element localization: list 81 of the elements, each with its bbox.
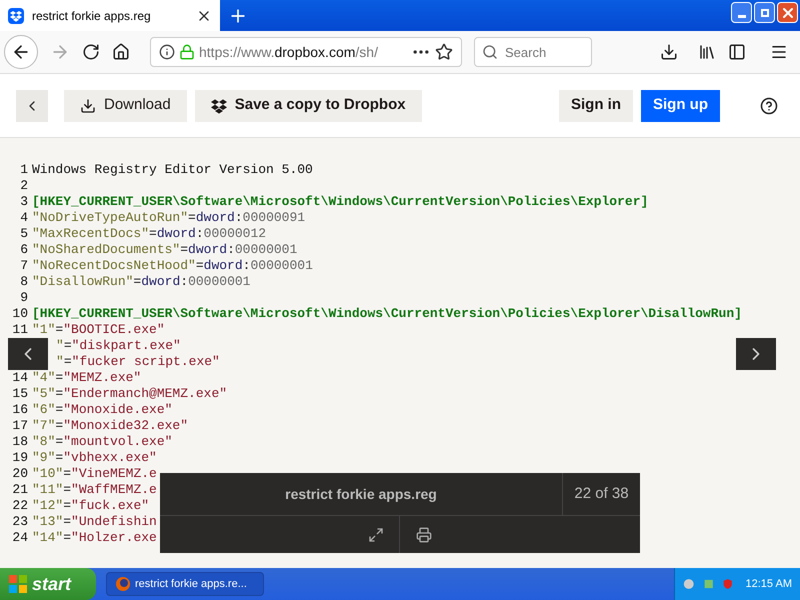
code-line: "5"="Endermanch@MEMZ.exe" — [32, 386, 228, 402]
browser-tab[interactable]: restrict forkie apps.reg — [0, 0, 220, 31]
code-line: [HKEY_CURRENT_USER\Software\Microsoft\Windows\CurrentVersion\Policies\Explorer\DisallowRun] — [32, 306, 742, 322]
dropbox-logo-icon — [8, 8, 24, 24]
home-icon[interactable] — [112, 43, 130, 61]
url-text: https://www.dropbox.com/sh/ — [199, 42, 379, 62]
code-line: "NoDriveTypeAutoRun"=dword:00000091 — [32, 210, 306, 226]
line-number: 15 — [12, 386, 28, 402]
lock-icon — [179, 44, 195, 60]
code-line: "8"="mountvol.exe" — [32, 434, 172, 450]
page-counter: 22 of 38 — [562, 473, 640, 515]
library-icon[interactable] — [698, 43, 716, 61]
code-line: "1"="BOOTICE.exe" — [32, 322, 165, 338]
file-title: restrict forkie apps.reg — [284, 486, 438, 502]
line-number: 23 — [12, 514, 28, 530]
fullscreen-icon[interactable] — [368, 526, 384, 542]
code-line: "7"="Monoxide32.exe" — [32, 418, 188, 434]
close-button[interactable] — [777, 2, 798, 23]
code-line: "11"="WaffMEMZ.e — [32, 482, 157, 498]
download-icon — [80, 98, 96, 114]
download-button[interactable]: Download — [64, 90, 187, 122]
line-number: 16 — [12, 402, 28, 418]
clock: 12:15 AM — [746, 576, 792, 592]
line-number: 24 — [12, 530, 28, 546]
line-number: 17 — [12, 418, 28, 434]
code-line: "9"="vbhexx.exe" — [32, 450, 157, 466]
code-line: "14"="Holzer.exe — [32, 530, 157, 546]
info-icon[interactable] — [159, 44, 175, 60]
code-line: "6"="Monoxide.exe" — [32, 402, 172, 418]
back-button[interactable] — [4, 35, 38, 69]
line-number: 19 — [12, 450, 28, 466]
code-line: "13"="Undefishin — [32, 514, 157, 530]
line-number: 9 — [19, 290, 28, 306]
previous-button[interactable] — [8, 338, 48, 370]
code-line: "NoRecentDocsNetHood"=dword:00000001 — [32, 258, 313, 274]
menu-icon[interactable] — [770, 43, 788, 61]
line-number: 7 — [19, 258, 28, 274]
line-number: 3 — [19, 194, 28, 210]
line-number: 5 — [19, 226, 28, 242]
line-number: 2 — [19, 178, 28, 194]
save-to-dropbox-button[interactable]: Save a copy to Dropbox — [194, 90, 422, 122]
code-line: "NoSharedDocuments"=dword:00000001 — [32, 242, 298, 258]
restore-button[interactable] — [754, 2, 775, 23]
address-bar[interactable]: https://www.dropbox.com/sh/ — [150, 37, 462, 67]
sidebar-icon[interactable] — [728, 43, 746, 61]
line-number: 1 — [19, 162, 28, 178]
bookmark-star-icon[interactable] — [435, 43, 453, 61]
code-line: "10"="VineMEMZ.e — [32, 466, 157, 482]
sign-in-button[interactable]: Sign in — [559, 90, 633, 122]
help-icon[interactable] — [760, 96, 778, 114]
search-field[interactable]: Search — [474, 37, 592, 67]
code-line: "="fucker script.exe" — [55, 354, 220, 370]
line-number: 4 — [19, 210, 28, 226]
reload-icon[interactable] — [82, 43, 100, 61]
minimize-button[interactable] — [731, 2, 752, 23]
code-line: "="diskpart.exe" — [55, 338, 181, 354]
code-line: "4"="MEMZ.exe" — [32, 370, 142, 386]
line-number: 8 — [19, 274, 28, 290]
line-number: 18 — [12, 434, 28, 450]
code-line: "DisallowRun"=dword:00000001 — [32, 274, 250, 290]
dropbox-logo-icon — [210, 98, 227, 114]
line-number: 22 — [12, 498, 28, 514]
line-number: 10 — [12, 306, 28, 322]
download-icon[interactable] — [660, 43, 678, 61]
code-line: Windows Registry Editor Version 5.00 — [32, 162, 313, 178]
search-icon — [482, 44, 498, 60]
line-number: 11 — [12, 322, 28, 338]
line-number: 14 — [12, 370, 28, 386]
line-number: 6 — [19, 242, 28, 258]
next-button[interactable] — [736, 338, 776, 370]
line-number: 20 — [12, 466, 28, 482]
sign-up-button[interactable]: Sign up — [641, 90, 720, 122]
code-line: "MaxRecentDocs"=dword:00000012 — [32, 226, 266, 242]
tab-title: restrict forkie apps.reg — [32, 8, 152, 24]
start-button[interactable]: start — [0, 568, 96, 600]
code-line: [HKEY_CURRENT_USER\Software\Microsoft\Windows\CurrentVersion\Policies\Explorer] — [32, 194, 648, 210]
taskbar-item[interactable]: restrict forkie apps.re... — [106, 572, 264, 596]
windows-logo-icon — [8, 574, 28, 594]
print-icon[interactable] — [416, 526, 432, 542]
line-number: 21 — [12, 482, 28, 498]
code-line: "12"="fuck.exe" — [32, 498, 150, 514]
